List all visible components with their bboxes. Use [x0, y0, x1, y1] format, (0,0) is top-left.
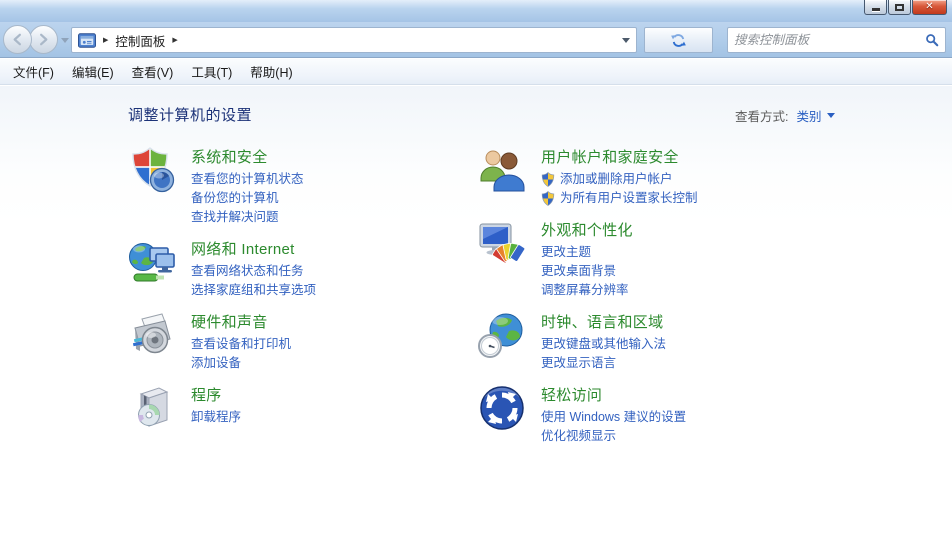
category-column-left: 系统和安全 查看您的计算机状态 备份您的计算机 查找并解决问题 网络和 Inte…: [128, 146, 478, 457]
category-link-label: 为所有用户设置家长控制: [560, 191, 698, 205]
category-link[interactable]: 调整屏幕分辨率: [541, 281, 633, 300]
category-grid: 系统和安全 查看您的计算机状态 备份您的计算机 查找并解决问题 网络和 Inte…: [128, 146, 922, 457]
category-system-security: 系统和安全 查看您的计算机状态 备份您的计算机 查找并解决问题: [128, 146, 478, 227]
control-panel-icon: [78, 32, 96, 48]
category-link[interactable]: 查找并解决问题: [191, 208, 304, 227]
hardware-sound-icon[interactable]: [128, 311, 176, 359]
category-heading[interactable]: 系统和安全: [191, 147, 304, 168]
network-internet-icon[interactable]: [128, 238, 176, 286]
category-link[interactable]: 添加或删除用户帐户: [541, 170, 698, 189]
category-heading[interactable]: 用户帐户和家庭安全: [541, 147, 698, 168]
category-heading[interactable]: 硬件和声音: [191, 312, 291, 333]
category-link[interactable]: 查看设备和打印机: [191, 335, 291, 354]
view-by-control: 查看方式: 类别: [735, 106, 835, 125]
search-icon[interactable]: [925, 33, 939, 47]
view-by-dropdown[interactable]: 类别: [796, 106, 835, 125]
address-bar-row: ▶ 控制面板 ▶: [0, 22, 952, 58]
main-content: 调整计算机的设置 查看方式: 类别 系统和安全 查看您的计算机状态 备份您的计算…: [0, 86, 952, 548]
menu-bar: 文件(F) 编辑(E) 查看(V) 工具(T) 帮助(H): [0, 59, 952, 85]
category-heading[interactable]: 网络和 Internet: [191, 239, 316, 260]
category-column-right: 用户帐户和家庭安全 添加或删除用户帐户 为所有用户设置家长控制 外观和个性化 更…: [478, 146, 922, 457]
category-hardware-sound: 硬件和声音 查看设备和打印机 添加设备: [128, 311, 478, 373]
refresh-icon: [671, 33, 686, 47]
category-link[interactable]: 使用 Windows 建议的设置: [541, 408, 686, 427]
breadcrumb-arrow-icon[interactable]: ▶: [172, 37, 177, 44]
ease-of-access-icon[interactable]: [478, 384, 526, 432]
recent-pages-caret-icon[interactable]: [61, 38, 69, 43]
category-heading[interactable]: 程序: [191, 385, 241, 406]
address-bar[interactable]: ▶ 控制面板 ▶: [71, 27, 637, 53]
search-box: [727, 27, 946, 53]
maximize-button[interactable]: [888, 0, 911, 15]
menu-item-help[interactable]: 帮助(H): [241, 58, 301, 85]
user-accounts-icon[interactable]: [478, 146, 526, 194]
minimize-button[interactable]: [864, 0, 887, 15]
search-input[interactable]: [734, 30, 925, 50]
category-link[interactable]: 更改键盘或其他输入法: [541, 335, 666, 354]
page-title: 调整计算机的设置: [128, 107, 253, 124]
minimize-icon: [871, 8, 880, 11]
breadcrumb-arrow-icon[interactable]: ▶: [103, 37, 108, 44]
category-user-accounts-family-safety: 用户帐户和家庭安全 添加或删除用户帐户 为所有用户设置家长控制: [478, 146, 922, 208]
category-link[interactable]: 选择家庭组和共享选项: [191, 281, 316, 300]
category-link[interactable]: 备份您的计算机: [191, 189, 304, 208]
category-ease-of-access: 轻松访问 使用 Windows 建议的设置 优化视频显示: [478, 384, 922, 446]
category-link[interactable]: 查看您的计算机状态: [191, 170, 304, 189]
category-heading[interactable]: 轻松访问: [541, 385, 686, 406]
category-programs: 程序 卸载程序: [128, 384, 478, 432]
forward-arrow-icon: [40, 33, 48, 46]
back-arrow-icon: [13, 33, 21, 46]
category-link[interactable]: 卸载程序: [191, 408, 241, 427]
menu-item-edit[interactable]: 编辑(E): [63, 58, 123, 85]
category-appearance-personalization: 外观和个性化 更改主题 更改桌面背景 调整屏幕分辨率: [478, 219, 922, 300]
category-link[interactable]: 优化视频显示: [541, 427, 686, 446]
menu-item-view[interactable]: 查看(V): [123, 58, 183, 85]
view-by-label: 查看方式:: [735, 110, 789, 124]
refresh-button[interactable]: [644, 27, 713, 53]
category-link[interactable]: 查看网络状态和任务: [191, 262, 316, 281]
address-dropdown-caret-icon[interactable]: [622, 37, 630, 43]
category-network-internet: 网络和 Internet 查看网络状态和任务 选择家庭组和共享选项: [128, 238, 478, 300]
category-heading[interactable]: 外观和个性化: [541, 220, 633, 241]
menu-item-tools[interactable]: 工具(T): [182, 58, 241, 85]
breadcrumb[interactable]: 控制面板: [115, 31, 165, 50]
category-heading[interactable]: 时钟、语言和区域: [541, 312, 666, 333]
close-button[interactable]: ✕: [912, 0, 947, 15]
security-shield-icon: [541, 172, 555, 187]
appearance-personalization-icon[interactable]: [478, 219, 526, 267]
chevron-down-icon: [826, 113, 835, 118]
view-by-value: 类别: [796, 110, 822, 124]
category-link[interactable]: 更改显示语言: [541, 354, 666, 373]
category-link[interactable]: 更改主题: [541, 243, 633, 262]
category-clock-language-region: 时钟、语言和区域 更改键盘或其他输入法 更改显示语言: [478, 311, 922, 373]
control-panel-window: ✕ ▶ 控制面板 ▶ 搜索控制面板 文件(F) 编辑(E) 查看(V) 工具(T…: [0, 0, 952, 548]
category-link-label: 添加或删除用户帐户: [560, 172, 673, 186]
category-link[interactable]: 为所有用户设置家长控制: [541, 189, 698, 208]
window-controls: ✕: [863, 0, 947, 15]
maximize-icon: [895, 3, 904, 11]
forward-button[interactable]: [29, 25, 58, 54]
clock-language-region-icon[interactable]: [478, 311, 526, 359]
back-button[interactable]: [3, 25, 32, 54]
category-link[interactable]: 添加设备: [191, 354, 291, 373]
titlebar: ✕: [0, 0, 952, 22]
programs-icon[interactable]: [128, 384, 176, 432]
close-icon: ✕: [925, 1, 934, 12]
security-shield-icon: [541, 191, 555, 206]
menu-item-file[interactable]: 文件(F): [4, 58, 63, 85]
system-security-icon[interactable]: [128, 146, 176, 194]
category-link[interactable]: 更改桌面背景: [541, 262, 633, 281]
